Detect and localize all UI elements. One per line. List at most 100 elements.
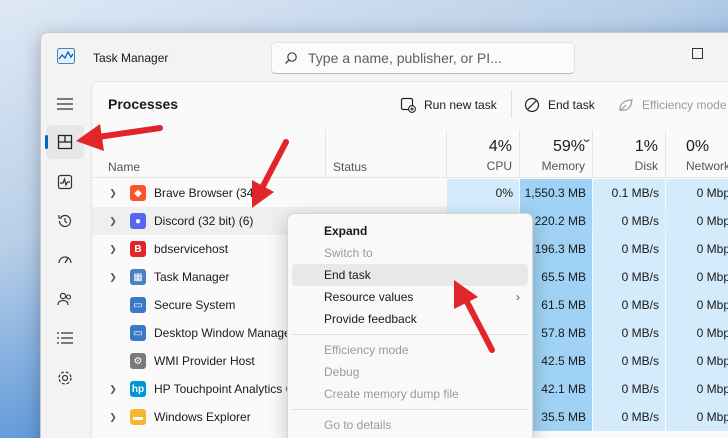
chevron-right-icon: › <box>516 290 520 304</box>
disk-cell: 0 MB/s <box>593 235 665 263</box>
end-task-icon <box>524 97 540 113</box>
process-name: Desktop Window Manage <box>154 326 291 340</box>
memory-cell: 1,550.3 MB <box>520 179 592 207</box>
disk-cell: 0 MB/s <box>593 347 665 375</box>
network-cell: 0 Mbps <box>666 347 728 375</box>
disk-column-label: Disk <box>634 159 658 173</box>
menu-item-efficiency-mode: Efficiency mode <box>292 339 528 361</box>
system-window-icon: ▭ <box>130 297 146 313</box>
menu-item-go-to-details: Go to details <box>292 414 528 436</box>
column-header-disk[interactable]: 1% Disk <box>593 130 665 178</box>
process-name-cell: ❯ ▦ Task Manager <box>108 263 229 291</box>
network-cell: 0 Mbps <box>666 235 728 263</box>
title-bar[interactable]: Task Manager <box>41 33 728 81</box>
nav-users[interactable] <box>46 282 84 316</box>
column-header-status[interactable]: Status <box>333 160 367 174</box>
expand-chevron-icon[interactable]: ❯ <box>108 272 118 283</box>
expand-chevron-icon[interactable]: ❯ <box>108 384 118 395</box>
task-manager-icon: ▦ <box>130 269 146 285</box>
context-menu: Expand Switch to End task Resource values › P… <box>287 213 533 438</box>
search-icon <box>285 52 297 64</box>
memory-column-label: Memory <box>541 159 585 173</box>
toolbar-divider <box>511 90 512 118</box>
network-cell: 0 Mbps <box>666 263 728 291</box>
disk-cell: 0 MB/s <box>593 207 665 235</box>
disk-cell: 0 MB/s <box>593 263 665 291</box>
menu-item-create-memory-dump-file: Create memory dump file <box>292 383 528 405</box>
menu-item-label: Debug <box>324 365 360 379</box>
menu-item-expand[interactable]: Expand <box>292 220 528 242</box>
expand-chevron-icon[interactable]: ❯ <box>108 188 118 199</box>
run-new-task-button[interactable]: Run new task <box>400 94 497 116</box>
process-name: bdservicehost <box>154 242 229 256</box>
network-cell: 0 Mbps <box>666 403 728 431</box>
menu-item-provide-feedback[interactable]: Provide feedback <box>292 308 528 330</box>
process-name: Discord (32 bit) (6) <box>154 214 254 228</box>
process-name: WMI Provider Host <box>154 354 255 368</box>
menu-item-resource-values[interactable]: Resource values › <box>292 286 528 308</box>
bitdefender-icon: B <box>130 241 146 257</box>
services-icon <box>58 371 72 385</box>
discord-icon: ● <box>130 213 146 229</box>
disk-cell: 0 MB/s <box>593 319 665 347</box>
system-window-icon: ▭ <box>130 325 146 341</box>
network-cell: 0 Mbps <box>666 207 728 235</box>
leaf-icon <box>619 99 633 112</box>
maximize-button[interactable] <box>687 43 707 63</box>
wmi-icon: ⚙ <box>130 353 146 369</box>
search-box[interactable] <box>271 42 575 74</box>
column-header-cpu[interactable]: 4% CPU <box>447 130 519 178</box>
menu-item-label: Create memory dump file <box>324 387 459 401</box>
column-header-name[interactable]: Name <box>108 160 140 174</box>
menu-item-label: Go to details <box>324 418 392 432</box>
process-name-cell: ❯ ⚙ WMI Provider Host <box>108 347 255 375</box>
menu-item-label: Provide feedback <box>324 312 417 326</box>
process-name-cell: ❯ ▭ Secure System <box>108 291 235 319</box>
nav-details[interactable] <box>46 321 84 355</box>
cpu-column-label: CPU <box>486 159 512 173</box>
process-name-cell: ❯ ● Discord (32 bit) (6) <box>108 207 253 235</box>
navigation-rail <box>41 81 89 438</box>
network-column-label: Network <box>686 159 728 173</box>
process-name-cell: ❯ ▬ Windows Explorer <box>108 403 251 431</box>
table-header: Name Status 4% CPU ⌄ 59% Memory 1% Disk … <box>92 130 728 178</box>
table-row[interactable]: ❯ ◆ Brave Browser (34) 0% 1,550.3 MB 0.1… <box>92 179 728 207</box>
nav-services[interactable] <box>46 361 84 395</box>
cpu-total-percent: 4% <box>488 138 512 155</box>
details-icon <box>57 332 73 344</box>
nav-performance[interactable] <box>46 165 84 199</box>
network-cell: 0 Mbps <box>666 291 728 319</box>
column-header-memory[interactable]: 59% Memory <box>520 130 592 178</box>
search-input[interactable] <box>308 47 568 69</box>
menu-item-switch-to: Switch to <box>292 242 528 264</box>
hp-icon: hp <box>130 381 146 397</box>
nav-processes[interactable] <box>45 125 84 159</box>
hamburger-menu-button[interactable] <box>46 87 84 121</box>
menu-item-debug: Debug <box>292 361 528 383</box>
process-name: Secure System <box>154 298 236 312</box>
menu-item-label: Expand <box>324 224 368 238</box>
expand-chevron-icon[interactable]: ❯ <box>108 244 118 255</box>
process-name-cell: ❯ B bdservicehost <box>108 235 228 263</box>
efficiency-mode-label: Efficiency mode <box>642 98 727 112</box>
hamburger-icon <box>57 98 73 110</box>
nav-app-history[interactable] <box>46 204 84 238</box>
network-total-percent: 0% <box>686 138 710 155</box>
disk-cell: 0.1 MB/s <box>593 179 665 207</box>
run-new-task-label: Run new task <box>424 98 497 112</box>
expand-chevron-icon[interactable]: ❯ <box>108 412 118 423</box>
process-name: HP Touchpoint Analytics C <box>154 382 295 396</box>
nav-startup-apps[interactable] <box>46 243 84 277</box>
network-cell: 0 Mbps <box>666 179 728 207</box>
menu-item-label: Efficiency mode <box>324 343 409 357</box>
efficiency-mode-button[interactable]: Efficiency mode <box>618 94 727 116</box>
column-header-network[interactable]: 0% Network <box>666 130 728 178</box>
expand-chevron-icon[interactable]: ❯ <box>108 216 118 227</box>
menu-item-end-task[interactable]: End task <box>292 264 528 286</box>
end-task-label: End task <box>548 98 595 112</box>
disk-cell: 0 MB/s <box>593 375 665 403</box>
process-name: Windows Explorer <box>154 410 251 424</box>
users-icon <box>57 292 72 306</box>
menu-item-label: Resource values <box>324 290 414 304</box>
end-task-button[interactable]: End task <box>524 94 595 116</box>
